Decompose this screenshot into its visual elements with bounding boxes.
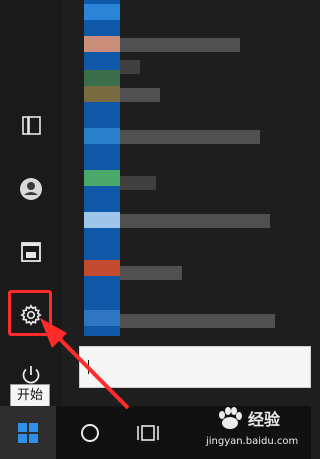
documents-icon (22, 116, 41, 135)
watermark-brand: 经验 (248, 410, 281, 429)
app-list-item[interactable] (120, 314, 275, 328)
task-view-button[interactable] (124, 406, 172, 459)
app-tiles-column (84, 0, 120, 336)
start-tooltip: 开始 (10, 384, 51, 408)
search-input[interactable] (79, 346, 311, 388)
user-account-button[interactable] (10, 170, 52, 208)
text-caret (88, 360, 89, 374)
windows-logo-icon (18, 422, 38, 443)
app-list-item[interactable] (120, 130, 260, 144)
user-account-icon (20, 178, 42, 200)
pictures-icon (21, 242, 41, 262)
app-list-item[interactable] (120, 88, 160, 102)
pictures-button[interactable] (10, 233, 52, 271)
app-tile[interactable] (84, 86, 120, 102)
app-list-item[interactable] (120, 176, 156, 190)
watermark-url: jingyan.baidu.com (206, 436, 299, 447)
baidu-paw-icon (219, 407, 242, 429)
start-menu-rail (0, 0, 62, 406)
settings-highlight-box (8, 290, 52, 336)
app-tile[interactable] (84, 36, 120, 52)
app-tile[interactable] (84, 212, 120, 228)
cortana-circle-icon (81, 423, 99, 442)
app-tile[interactable] (84, 310, 120, 326)
app-list-item[interactable] (120, 214, 270, 228)
baidu-jingyan-watermark: 经验 jingyan.baidu.com (190, 402, 311, 454)
start-button[interactable] (0, 406, 56, 459)
app-list-item[interactable] (120, 60, 140, 74)
app-tile[interactable] (84, 260, 120, 276)
task-view-icon (137, 424, 159, 441)
documents-button[interactable] (10, 107, 52, 145)
start-menu: 开始 (0, 0, 311, 408)
app-list-item[interactable] (120, 38, 240, 52)
app-tile[interactable] (84, 70, 120, 86)
cortana-button[interactable] (66, 406, 114, 459)
app-tile[interactable] (84, 170, 120, 186)
app-list-item[interactable] (120, 266, 182, 280)
app-tile[interactable] (84, 4, 120, 20)
app-tile[interactable] (84, 128, 120, 144)
